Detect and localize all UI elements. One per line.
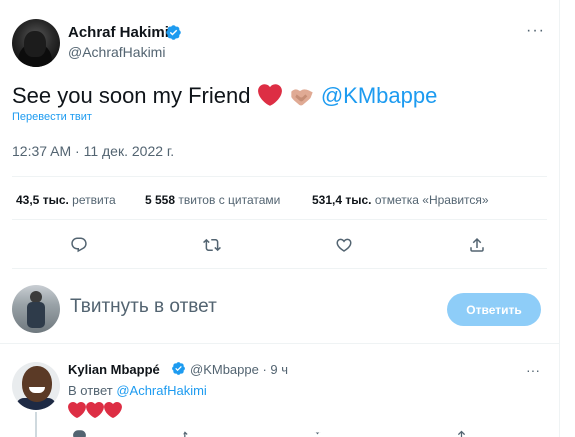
reply-icon[interactable]	[68, 234, 90, 256]
divider	[0, 343, 559, 344]
red-heart-emoji	[257, 84, 282, 106]
tweet-detail-panel: Achraf Hakimi @AchrafHakimi ··· See you …	[0, 0, 559, 437]
divider	[12, 219, 547, 220]
divider	[12, 268, 547, 269]
red-heart-emoji	[68, 401, 86, 419]
retweet-icon[interactable]	[180, 430, 198, 437]
likes-label: отметка «Нравится»	[374, 193, 489, 207]
quotes-count: 5 558	[145, 193, 176, 207]
verified-badge-icon	[166, 25, 181, 40]
tweet-timestamp[interactable]: 12:37 AM · 11 дек. 2022 г.	[12, 143, 174, 159]
more-options-icon[interactable]: ···	[526, 362, 540, 378]
author-handle[interactable]: @AchrafHakimi	[68, 44, 165, 60]
handshake-emoji	[291, 89, 313, 106]
user-avatar[interactable]	[12, 285, 60, 333]
likes-stat[interactable]: 531,4 тыс. отметка «Нравится»	[312, 193, 489, 207]
replying-to-handle[interactable]: @AchrafHakimi	[116, 383, 207, 398]
likes-count: 531,4 тыс.	[312, 193, 372, 207]
reply-input[interactable]: Твитнуть в ответ	[70, 296, 217, 318]
tweet-text-body: See you soon my Friend	[12, 83, 251, 108]
reply-author-name[interactable]: Kylian Mbappé	[68, 362, 160, 377]
retweets-label: ретвита	[72, 193, 116, 207]
replying-to-label: В ответ	[68, 383, 113, 398]
tweet-action-bar	[0, 234, 559, 256]
author-name[interactable]: Achraf Hakimi	[68, 24, 169, 41]
reply-icon[interactable]	[70, 429, 88, 437]
author-avatar[interactable]	[12, 19, 60, 67]
quotes-stat[interactable]: 5 558 твитов с цитатами	[145, 193, 280, 207]
verified-badge-icon	[172, 362, 185, 375]
reply-button[interactable]: Ответить	[447, 293, 541, 326]
red-heart-emoji	[86, 401, 104, 419]
column-border	[559, 0, 560, 437]
share-icon[interactable]	[452, 430, 470, 437]
retweets-stat[interactable]: 43,5 тыс. ретвита	[16, 193, 116, 207]
tweet-text: See you soon my Friend @KMbappe	[12, 82, 437, 110]
reply-author-handle-time[interactable]: @KMbappe · 9 ч	[190, 362, 288, 377]
reply-author-avatar[interactable]	[12, 362, 60, 410]
like-icon[interactable]	[308, 430, 326, 437]
replying-to-line: В ответ @AchrafHakimi	[68, 383, 207, 398]
share-icon[interactable]	[466, 234, 488, 256]
divider	[12, 176, 547, 177]
like-icon[interactable]	[333, 234, 355, 256]
translate-tweet-link[interactable]: Перевести твит	[12, 111, 92, 123]
quotes-label: твитов с цитатами	[178, 193, 281, 207]
tweet-mention-link[interactable]: @KMbappe	[321, 83, 438, 108]
retweets-count: 43,5 тыс.	[16, 193, 69, 207]
retweet-icon[interactable]	[201, 234, 223, 256]
red-heart-emoji	[104, 401, 122, 419]
reply-text	[68, 401, 122, 419]
more-options-icon[interactable]: ···	[526, 22, 545, 40]
reply-action-bar	[0, 429, 559, 437]
